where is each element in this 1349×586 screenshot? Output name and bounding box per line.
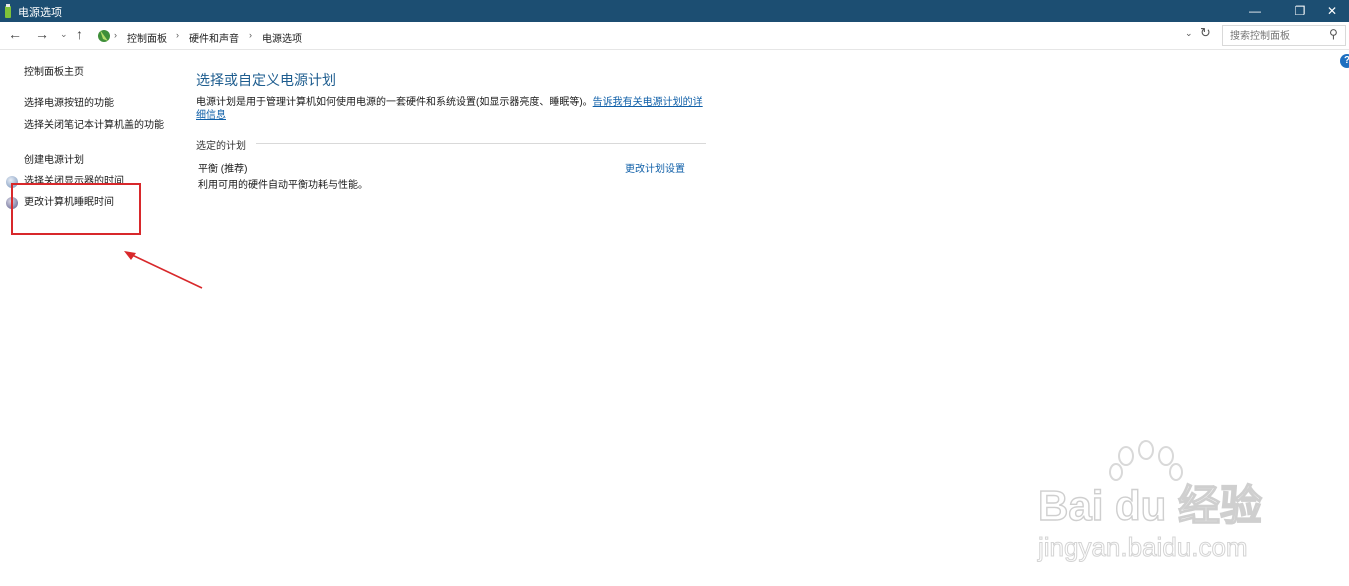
breadcrumb-power-options[interactable]: 电源选项: [262, 30, 302, 45]
breadcrumb-hardware-sound[interactable]: 硬件和声音: [189, 30, 239, 45]
close-button[interactable]: ✕: [1315, 0, 1349, 22]
description-text: 电源计划是用于管理计算机如何使用电源的一套硬件和系统设置(如显示器亮度、睡眠等)…: [196, 97, 593, 108]
search-icon[interactable]: ⚲: [1329, 27, 1338, 41]
sidebar-item-lid-close[interactable]: 选择关闭笔记本计算机盖的功能: [24, 119, 169, 133]
breadcrumb-control-panel[interactable]: 控制面板: [127, 30, 167, 45]
annotation-highlight-box: [11, 183, 141, 235]
search-box[interactable]: ⚲: [1222, 25, 1346, 46]
page-description: 电源计划是用于管理计算机如何使用电源的一套硬件和系统设置(如显示器亮度、睡眠等)…: [196, 96, 706, 122]
change-plan-settings-link[interactable]: 更改计划设置: [625, 160, 685, 175]
address-dropdown-button[interactable]: ⌄: [1185, 28, 1193, 39]
back-button[interactable]: ←: [8, 26, 22, 42]
section-label: 选定的计划: [196, 141, 246, 152]
up-button[interactable]: ↑: [76, 26, 83, 42]
search-input[interactable]: [1228, 28, 1328, 44]
plan-description: 利用可用的硬件自动平衡功耗与性能。: [198, 180, 368, 191]
window-title: 电源选项: [18, 7, 62, 19]
plan-name[interactable]: 平衡 (推荐): [198, 160, 247, 175]
sidebar-item-control-panel-home[interactable]: 控制面板主页: [24, 66, 84, 80]
breadcrumb[interactable]: › 控制面板 › 硬件和声音 › 电源选项: [93, 25, 1185, 47]
page-title: 选择或自定义电源计划: [196, 72, 336, 88]
power-options-icon: [5, 4, 11, 18]
breadcrumb-separator[interactable]: ›: [176, 30, 179, 40]
breadcrumb-separator[interactable]: ›: [114, 30, 117, 40]
help-icon[interactable]: ?: [1340, 54, 1349, 68]
breadcrumb-separator[interactable]: ›: [249, 30, 252, 40]
refresh-button[interactable]: ↻: [1200, 25, 1211, 41]
control-panel-icon: [98, 30, 110, 42]
title-bar: 电源选项 — ❐ ✕: [0, 0, 1349, 22]
baidu-jingyan-watermark: Bai du 经验 jingyan.baidu.com: [1037, 440, 1263, 563]
minimize-button[interactable]: —: [1232, 0, 1278, 22]
forward-button[interactable]: →: [35, 26, 49, 42]
annotation-arrow: [124, 251, 203, 289]
address-bar: ← → ⌄ ↑ › 控制面板 › 硬件和声音 › 电源选项 ⌄ ↻ ⚲: [0, 22, 1349, 50]
section-divider: [256, 143, 706, 144]
sidebar-item-create-plan[interactable]: 创建电源计划: [24, 154, 84, 168]
sidebar-item-power-button[interactable]: 选择电源按钮的功能: [24, 97, 114, 111]
watermark-url: jingyan.baidu.com: [1037, 532, 1248, 562]
recent-locations-button[interactable]: ⌄: [60, 29, 68, 40]
watermark-logo: Bai du 经验: [1038, 482, 1262, 529]
